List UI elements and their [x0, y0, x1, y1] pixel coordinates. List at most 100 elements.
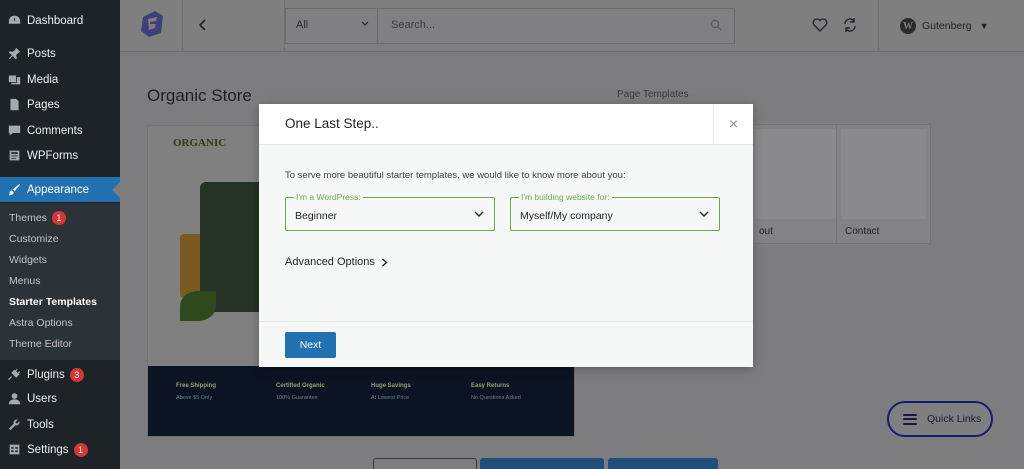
submenu-item-starter-templates[interactable]: Starter Templates: [9, 294, 97, 310]
page-template-thumb[interactable]: out: [750, 124, 845, 244]
bottom-action-button[interactable]: [373, 458, 477, 469]
starter-templates-logo: [137, 9, 167, 39]
sidebar-item-users[interactable]: Users: [0, 386, 120, 411]
website-purpose-select[interactable]: I'm building website for: Myself/My comp…: [510, 193, 720, 231]
sidebar-item-label: Pages: [27, 98, 60, 111]
search-type-select[interactable]: All: [296, 19, 308, 31]
thumbnail-image: [841, 129, 926, 219]
next-button[interactable]: Next: [285, 332, 336, 358]
wrench-icon: [7, 418, 21, 432]
feature-item: Easy Returns No Questions Asked: [471, 383, 521, 401]
thumbnail-image: [755, 129, 840, 219]
dashboard-icon: [7, 14, 21, 28]
favorites-heart-icon[interactable]: [812, 17, 828, 33]
submenu-item-label: Themes: [9, 212, 47, 224]
quick-links-button[interactable]: Quick Links: [887, 401, 993, 437]
submenu-item-label: Customize: [9, 233, 59, 245]
submenu-item-themes[interactable]: Themes 1: [9, 210, 66, 226]
template-search: All Search...: [285, 8, 735, 44]
submenu-item-label: Widgets: [9, 254, 47, 266]
sidebar-item-label: Dashboard: [27, 14, 84, 27]
divider: [878, 0, 879, 52]
divider: [377, 9, 378, 43]
submenu-item-theme-editor[interactable]: Theme Editor: [9, 336, 72, 352]
menu-icon: [903, 413, 917, 425]
settings-icon: [7, 443, 21, 457]
advanced-options-label: Advanced Options: [285, 256, 375, 268]
sync-icon[interactable]: [842, 17, 858, 33]
sidebar-item-pages[interactable]: Pages: [0, 92, 120, 117]
bottom-action-button[interactable]: [480, 458, 604, 469]
pages-icon: [7, 98, 21, 112]
page-builder-select[interactable]: W Gutenberg ▼: [900, 17, 989, 35]
advanced-options-toggle[interactable]: Advanced Options: [285, 256, 388, 268]
caret-down-icon: ▼: [979, 21, 989, 31]
sidebar-item-wpforms[interactable]: WPForms: [0, 143, 120, 168]
sidebar-item-label: Comments: [27, 124, 83, 137]
modal-description: To serve more beautiful starter template…: [285, 170, 626, 181]
field-legend: I'm a WordPress:: [294, 192, 363, 202]
thumb-label: Contact: [845, 226, 880, 237]
field-legend: I'm building website for:: [519, 192, 612, 202]
sidebar-item-appearance[interactable]: Appearance: [0, 177, 120, 202]
preview-leaf-image: [180, 291, 216, 321]
thumb-label: out: [759, 226, 773, 237]
chevron-down-icon: [361, 21, 369, 26]
sidebar-item-plugins[interactable]: Plugins 3: [0, 362, 120, 387]
bottom-action-button[interactable]: [608, 458, 718, 469]
media-icon: [7, 73, 21, 87]
modal-title: One Last Step..: [285, 116, 379, 131]
search-icon[interactable]: [710, 19, 722, 31]
wordpress-logo-icon: W: [900, 18, 916, 34]
submenu-item-label: Astra Options: [9, 317, 73, 329]
form-icon: [7, 149, 21, 163]
chevron-left-icon: [198, 19, 206, 31]
chevron-right-icon: [381, 257, 388, 267]
appearance-submenu: Themes 1 Customize Widgets Menus Starter…: [0, 203, 120, 360]
sidebar-item-tools[interactable]: Tools: [0, 412, 120, 437]
search-input[interactable]: Search...: [391, 19, 435, 31]
submenu-item-label: Theme Editor: [9, 338, 73, 350]
sidebar-item-label: Settings: [27, 443, 69, 456]
field-value: Beginner: [295, 210, 338, 222]
submenu-item-astra-options[interactable]: Astra Options: [9, 315, 73, 331]
update-count-badge: 3: [69, 367, 84, 382]
submenu-item-widgets[interactable]: Widgets: [9, 252, 47, 268]
sidebar-item-label: Appearance: [27, 183, 90, 196]
pin-icon: [7, 47, 21, 61]
chevron-down-icon: [699, 211, 709, 217]
sidebar-item-label: Media: [27, 73, 59, 86]
sidebar-item-label: WPForms: [27, 149, 79, 162]
page-builder-label: Gutenberg: [922, 20, 972, 32]
submenu-item-menus[interactable]: Menus: [9, 273, 41, 289]
brush-icon: [7, 183, 21, 197]
submenu-item-customize[interactable]: Customize: [9, 231, 59, 247]
feature-item: Certified Organic 100% Guarantee: [276, 383, 325, 401]
update-count-badge: 1: [73, 442, 88, 457]
comment-icon: [7, 124, 21, 138]
modal-close-button[interactable]: ×: [713, 104, 753, 145]
wordpress-experience-select[interactable]: I'm a WordPress: Beginner: [285, 193, 495, 231]
preview-feature-bar: Free Shipping Above $5 Only Certified Org…: [148, 366, 574, 436]
preview-logo: ORGANIC: [173, 137, 227, 149]
sidebar-item-label: Plugins: [27, 368, 65, 381]
sidebar-item-label: Users: [27, 392, 58, 405]
update-count-badge: 1: [51, 211, 66, 225]
sidebar-item-media[interactable]: Media: [0, 67, 120, 92]
back-button[interactable]: [192, 14, 214, 36]
sidebar-item-posts[interactable]: Posts: [0, 41, 120, 66]
modal-header: One Last Step.. ×: [259, 104, 753, 145]
template-title: Organic Store: [147, 86, 252, 105]
feature-item: Huge Savings At Lowest Price: [371, 383, 411, 401]
admin-sidebar: Dashboard Posts Media Pages Comments WPF…: [0, 0, 120, 469]
close-icon: ×: [728, 115, 739, 133]
modal-body: To serve more beautiful starter template…: [259, 145, 753, 321]
sidebar-item-label: Posts: [27, 47, 56, 60]
page-template-thumb[interactable]: Contact: [836, 124, 931, 244]
sidebar-item-comments[interactable]: Comments: [0, 118, 120, 143]
sidebar-item-dashboard[interactable]: Dashboard: [0, 8, 120, 33]
quick-links-label: Quick Links: [927, 413, 982, 425]
submenu-item-label: Menus: [9, 275, 41, 287]
sidebar-item-settings[interactable]: Settings 1: [0, 437, 120, 462]
page-templates-heading: Page Templates: [617, 89, 689, 100]
